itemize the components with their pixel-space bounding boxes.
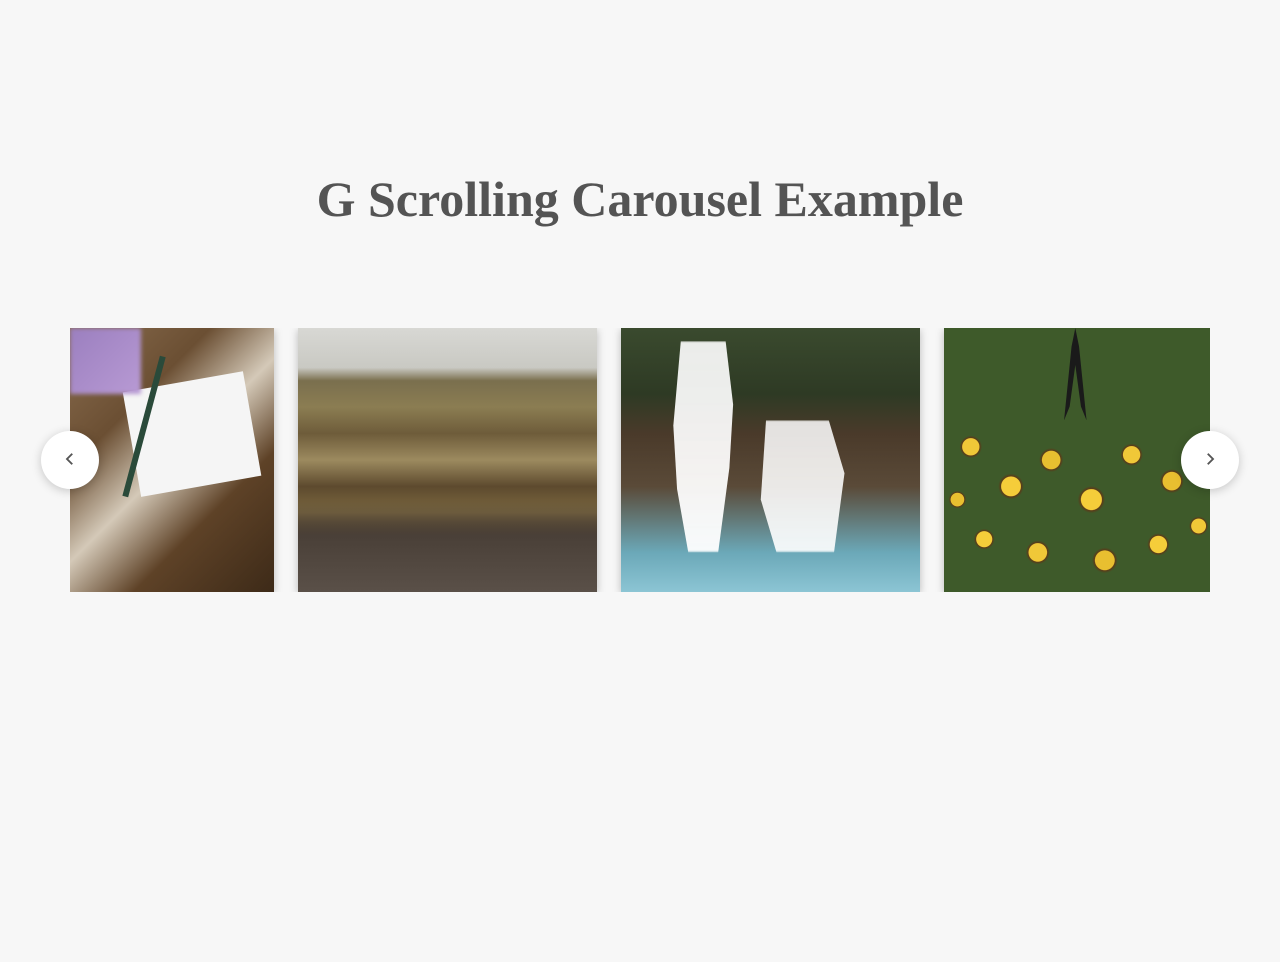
carousel-item[interactable] xyxy=(944,328,1210,592)
carousel-track[interactable] xyxy=(70,328,1210,592)
carousel-prev-button[interactable] xyxy=(41,431,99,489)
carousel-item[interactable] xyxy=(298,328,597,592)
carousel-item[interactable] xyxy=(70,328,274,592)
page-container: G Scrolling Carousel Example xyxy=(0,0,1280,592)
chevron-right-icon xyxy=(1201,450,1219,471)
page-title: G Scrolling Carousel Example xyxy=(0,170,1280,228)
carousel xyxy=(70,328,1210,592)
carousel-next-button[interactable] xyxy=(1181,431,1239,489)
carousel-item[interactable] xyxy=(621,328,920,592)
chevron-left-icon xyxy=(61,450,79,471)
